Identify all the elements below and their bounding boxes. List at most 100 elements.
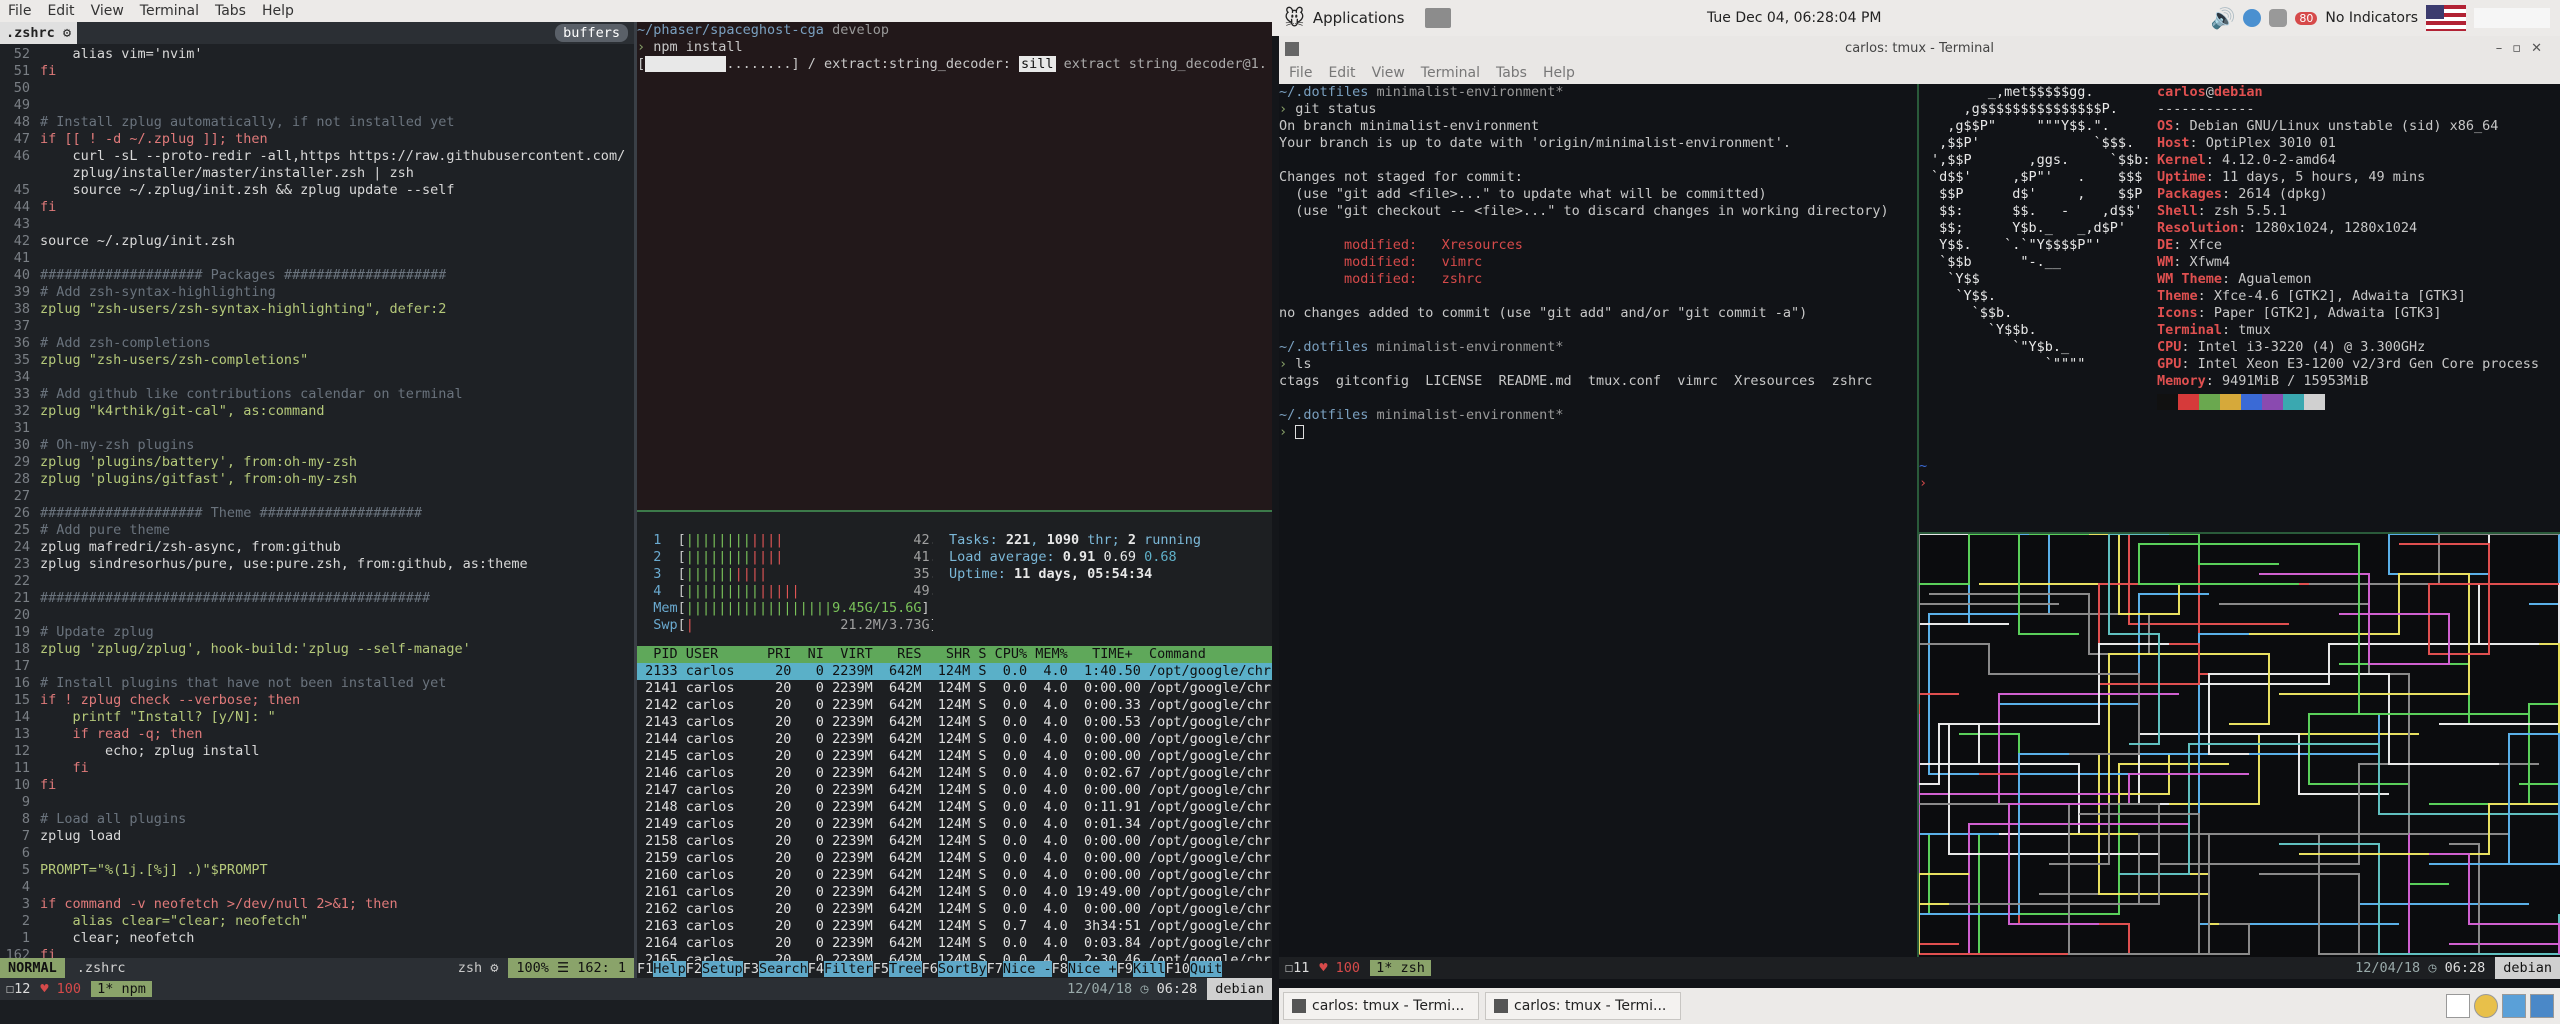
menu-edit[interactable]: Edit: [47, 3, 74, 19]
process-row[interactable]: 2159 carlos 20 0 2239M 642M 124M S 0.0 4…: [637, 850, 1272, 867]
pipe-segment: [2289, 533, 2559, 585]
ascii-line: $$; Y$b._ _,d$P': [1931, 220, 2127, 236]
pipe-segment: [1968, 533, 2189, 625]
taskbar-item[interactable]: carlos: tmux - Termi...: [1485, 992, 1681, 1020]
menu-view[interactable]: View: [91, 3, 124, 19]
flag-icon[interactable]: [2426, 5, 2466, 31]
git-modified-file: modified: Xresources: [1279, 237, 1523, 253]
xfce-mouse-icon[interactable]: 🐭: [1284, 6, 1305, 30]
fkey-f7[interactable]: F7Nice -: [986, 961, 1052, 977]
fkey-f2[interactable]: F2Setup: [685, 961, 743, 977]
pipe-segment: [2259, 843, 2480, 955]
menu-terminal[interactable]: Terminal: [140, 3, 199, 19]
fkey-f1[interactable]: F1Help: [637, 961, 686, 977]
menu-file[interactable]: File: [8, 3, 31, 19]
process-row[interactable]: 2141 carlos 20 0 2239M 642M 124M S 0.0 4…: [637, 680, 1272, 697]
network-icon[interactable]: [2243, 9, 2262, 27]
fkey-f10[interactable]: F10Quit: [1165, 961, 1223, 977]
htop-pane[interactable]: 1 [|||||||||||| 42.7%] 2 [|||||||||||| 4…: [637, 512, 1272, 978]
neofetch-field: Terminal: tmux: [2157, 322, 2271, 338]
process-row[interactable]: 2143 carlos 20 0 2239M 642M 124M S 0.0 4…: [637, 714, 1272, 731]
user-menu[interactable]: [2474, 8, 2550, 28]
npm-pane[interactable]: ~/phaser/spaceghost-cga develop › npm in…: [637, 22, 1272, 510]
vim-line: 31: [13, 420, 30, 436]
vim-line: 23 zplug sindresorhus/pure, use:pure.zsh,…: [13, 556, 528, 572]
vim-line: 29 zplug 'plugins/battery', from:oh-my-zs…: [13, 454, 357, 470]
fkey-f5[interactable]: F5Tree: [872, 961, 922, 977]
volume-icon[interactable]: 🔊: [2210, 6, 2235, 30]
pipe-segment: [2429, 703, 2560, 805]
tmux-hostname: debian: [1207, 978, 1272, 1000]
fkey-f4[interactable]: F4Filter: [807, 961, 873, 977]
window-controls[interactable]: –▫✕: [2496, 36, 2552, 62]
npm-prompt: ~/phaser/spaceghost-cga develop: [637, 22, 889, 38]
fkey-f8[interactable]: F8Nice +: [1051, 961, 1117, 977]
process-row[interactable]: 2160 carlos 20 0 2239M 642M 124M S 0.0 4…: [637, 867, 1272, 884]
tmux-window-tab[interactable]: 1* zsh: [1370, 960, 1431, 976]
menu-tabs[interactable]: Tabs: [1496, 65, 1527, 81]
process-row[interactable]: 2145 carlos 20 0 2239M 642M 124M S 0.0 4…: [637, 748, 1272, 765]
pipe-segment: [1918, 824, 1969, 945]
menu-help[interactable]: Help: [1543, 65, 1575, 81]
process-row[interactable]: 2146 carlos 20 0 2239M 642M 124M S 0.0 4…: [637, 765, 1272, 782]
menu-file[interactable]: File: [1289, 65, 1312, 81]
applications-menu[interactable]: Applications: [1313, 9, 1405, 27]
updates-badge[interactable]: 80: [2295, 11, 2318, 25]
pipes-screensaver-pane[interactable]: [1918, 533, 2560, 957]
pipe-segment: [2299, 643, 2560, 855]
process-row[interactable]: 2142 carlos 20 0 2239M 642M 124M S 0.0 4…: [637, 697, 1272, 714]
color-swatch: [2262, 394, 2283, 410]
vim-tab-zshrc[interactable]: .zshrc ⚙: [0, 22, 78, 44]
tmux-window-tab[interactable]: 1* npm: [91, 981, 152, 997]
fkey-f9[interactable]: F9Kill: [1116, 961, 1166, 977]
neofetch-pane[interactable]: _,met$$$$$gg. ,g$$$$$$$$$$$$$$$P. ,g$$P"…: [1919, 84, 2560, 532]
workspace-4[interactable]: [2530, 994, 2554, 1018]
panel-clock[interactable]: Tue Dec 04, 06:28:04 PM: [1707, 10, 1881, 26]
menu-view[interactable]: View: [1372, 65, 1405, 81]
process-row[interactable]: 2163 carlos 20 0 2239M 642M 124M S 0.7 4…: [637, 918, 1272, 935]
menu-help[interactable]: Help: [262, 3, 294, 19]
git-shell-pane[interactable]: ~/.dotfiles minimalist-environment* › gi…: [1279, 84, 1917, 957]
vim-line: 51 fi: [13, 63, 57, 79]
process-row[interactable]: 2162 carlos 20 0 2239M 642M 124M S 0.0 4…: [637, 901, 1272, 918]
fkey-f3[interactable]: F3Search: [742, 961, 808, 977]
right-titlebar[interactable]: carlos: tmux - Terminal –▫✕: [1279, 36, 2560, 62]
vim-buffer-text[interactable]: 52 alias vim='nvim' 51 fi 50 49 48 # Install z…: [0, 44, 634, 964]
process-row[interactable]: 2149 carlos 20 0 2239M 642M 124M S 0.0 4…: [637, 816, 1272, 833]
indicators-label[interactable]: No Indicators: [2325, 10, 2418, 26]
vim-line: zplug/installer/master/installer.zsh | z…: [40, 165, 414, 181]
htop-columns-header[interactable]: PID USER PRI NI VIRT RES SHR S CPU% MEM%…: [637, 646, 1272, 663]
vim-line: 10 fi: [13, 777, 57, 793]
pipe-segment: [1919, 643, 2140, 755]
vim-line: 8 # Load all plugins: [21, 811, 187, 827]
process-row[interactable]: 2147 carlos 20 0 2239M 642M 124M S 0.0 4…: [637, 782, 1272, 799]
cpu-meter: 3 [|||||||||| 35.3%]: [653, 566, 933, 582]
vim-line: 2 alias clear="clear; neofetch": [21, 913, 309, 929]
ascii-line: `Y$$.: [1931, 288, 1997, 304]
menu-terminal[interactable]: Terminal: [1421, 65, 1480, 81]
process-list[interactable]: 2133 carlos 20 0 2239M 642M 124M S 0.0 4…: [637, 663, 1272, 969]
taskbar-item[interactable]: carlos: tmux - Termi...: [1283, 992, 1479, 1020]
chrome-icon[interactable]: [2474, 994, 2498, 1018]
tmux-session: ☐12: [6, 981, 31, 997]
process-row[interactable]: 2133 carlos 20 0 2239M 642M 124M S 0.0 4…: [637, 663, 1272, 680]
process-row[interactable]: 2148 carlos 20 0 2239M 642M 124M S 0.0 4…: [637, 799, 1272, 816]
workspace-1[interactable]: [2446, 994, 2470, 1018]
gear-icon[interactable]: [2269, 9, 2288, 27]
git-nochanges: no changes added to commit (use "git add…: [1279, 305, 1808, 321]
menu-edit[interactable]: Edit: [1328, 65, 1355, 81]
process-row[interactable]: 2158 carlos 20 0 2239M 642M 124M S 0.0 4…: [637, 833, 1272, 850]
pipes-art: [1918, 533, 2560, 955]
vim-editor-pane[interactable]: .zshrc ⚙ buffers 52 alias vim='nvim' 51 fi…: [0, 22, 634, 978]
workspace-3[interactable]: [2502, 994, 2526, 1018]
menu-tabs[interactable]: Tabs: [215, 3, 246, 19]
process-row[interactable]: 2161 carlos 20 0 2239M 642M 124M S 0.0 4…: [637, 884, 1272, 901]
process-row[interactable]: 2144 carlos 20 0 2239M 642M 124M S 0.0 4…: [637, 731, 1272, 748]
folder-icon[interactable]: [1424, 8, 1451, 28]
progress-bar: [645, 56, 727, 72]
tmux-hostname: debian: [2495, 957, 2560, 979]
cursor-line[interactable]: ›: [1279, 424, 1917, 441]
process-row[interactable]: 2164 carlos 20 0 2239M 642M 124M S 0.0 4…: [637, 935, 1272, 952]
fkey-f6[interactable]: F6SortBy: [921, 961, 987, 977]
window-menu-icon[interactable]: [1285, 42, 1299, 56]
